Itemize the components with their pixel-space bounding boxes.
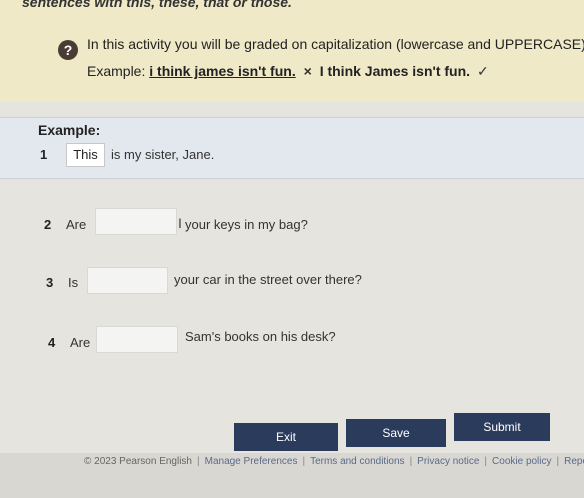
copyright-text: © 2023 Pearson English — [84, 456, 192, 467]
footer-link-report[interactable]: Repo — [564, 456, 584, 467]
activity-title: sentences with this, these, that or thos… — [22, 0, 292, 10]
question-3-suffix: your car in the street over there? — [174, 272, 362, 287]
example-answer-box: This — [66, 143, 105, 167]
question-4-prefix: Are — [70, 335, 91, 350]
footer-link-manage-preferences[interactable]: Manage Preferences — [205, 456, 298, 467]
save-button[interactable]: Save — [346, 419, 446, 447]
help-icon[interactable]: ? — [58, 40, 78, 60]
footer-links: © 2023 Pearson English | Manage Preference… — [84, 456, 584, 467]
question-2-answer-input[interactable] — [95, 208, 177, 235]
text-cursor-icon: I — [178, 215, 182, 231]
example-sentence-rest: is my sister, Jane. — [111, 147, 215, 162]
example-wrong-text: i think james isn't fun. — [149, 63, 296, 79]
question-4-number: 4 — [48, 335, 56, 350]
exit-button[interactable]: Exit — [234, 423, 338, 451]
cross-icon: × — [303, 63, 312, 79]
example-number: 1 — [40, 147, 48, 162]
example-line: Example: i think james isn't fun. × I th… — [87, 63, 489, 80]
question-2-suffix: your keys in my bag? — [185, 217, 308, 232]
question-2-prefix: Are — [66, 217, 87, 232]
question-3-answer-input[interactable] — [87, 267, 168, 294]
question-3-number: 3 — [46, 275, 54, 290]
question-2-number: 2 — [44, 217, 52, 232]
footer-link-terms[interactable]: Terms and conditions — [310, 456, 405, 467]
example-line-label: Example: — [87, 63, 146, 79]
question-4-suffix: Sam's books on his desk? — [185, 329, 336, 344]
instructions-text: In this activity you will be graded on c… — [87, 36, 584, 52]
question-4-answer-input[interactable] — [96, 326, 178, 353]
footer-link-privacy[interactable]: Privacy notice — [417, 456, 479, 467]
footer-link-cookie-policy[interactable]: Cookie policy — [492, 456, 551, 467]
example-heading: Example: — [38, 122, 101, 138]
question-3-prefix: Is — [68, 275, 79, 290]
example-right-text: I think James isn't fun. — [319, 63, 471, 79]
submit-button[interactable]: Submit — [454, 413, 550, 441]
check-icon: ✓ — [476, 63, 489, 79]
